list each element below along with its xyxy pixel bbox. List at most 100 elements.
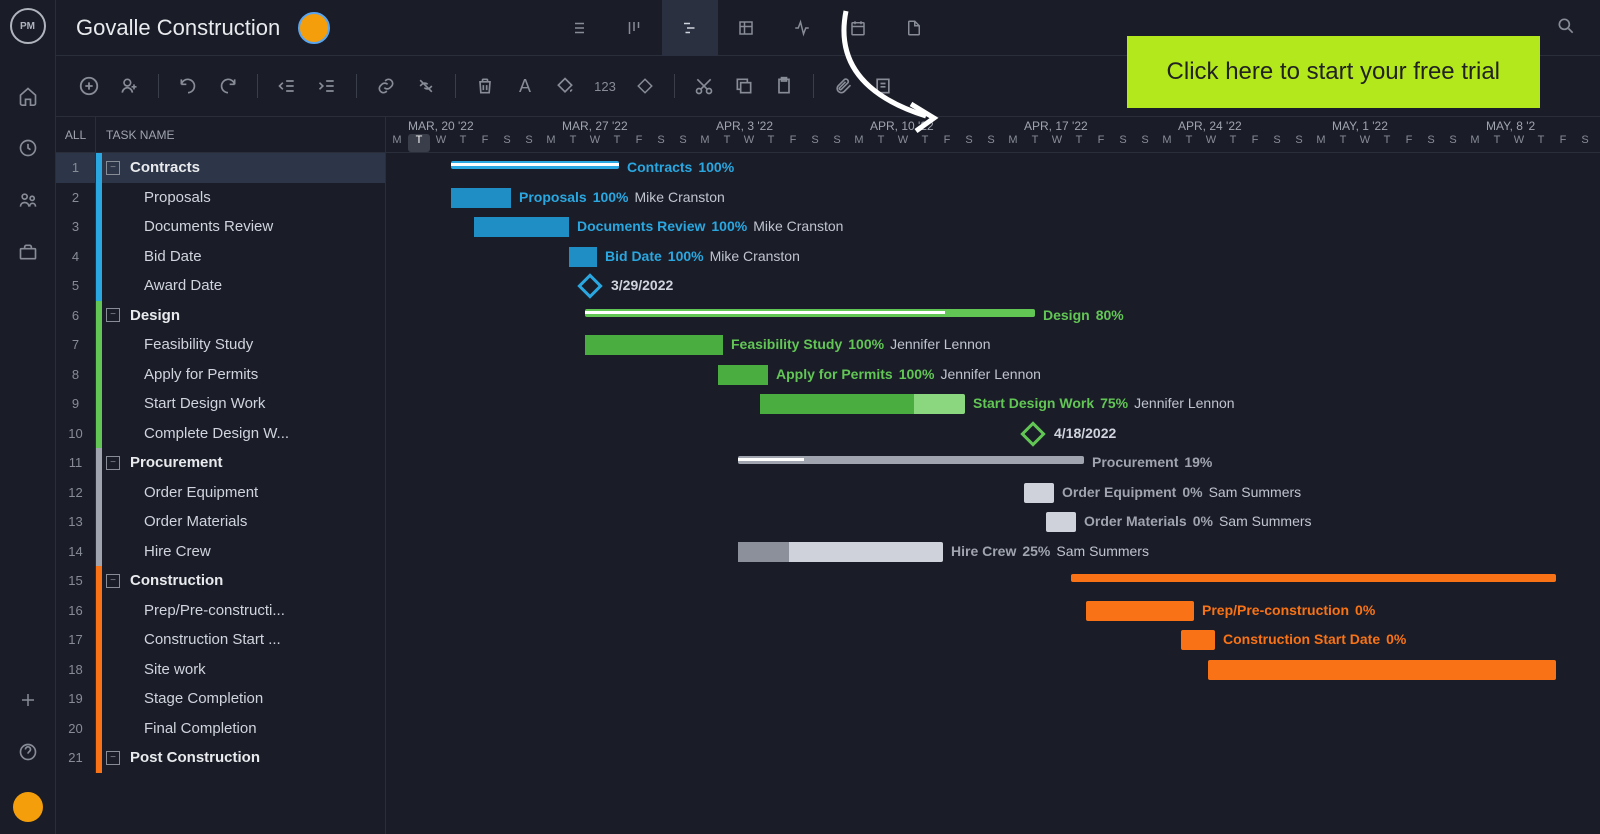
task-row[interactable]: 20Final Completion — [56, 714, 385, 744]
gantt-row: 4/18/2022 — [386, 419, 1600, 449]
undo-icon[interactable] — [171, 69, 205, 103]
unlink-icon[interactable] — [409, 69, 443, 103]
task-row[interactable]: 2Proposals — [56, 183, 385, 213]
plus-icon[interactable] — [16, 688, 40, 712]
task-row[interactable]: 9Start Design Work — [56, 389, 385, 419]
day-cell: M — [1310, 134, 1332, 152]
clock-icon[interactable] — [16, 136, 40, 160]
assign-icon[interactable] — [112, 69, 146, 103]
task-name: Complete Design W... — [102, 425, 385, 442]
briefcase-icon[interactable] — [16, 240, 40, 264]
bar-label: Feasibility Study100%Jennifer Lennon — [731, 336, 990, 352]
bar-assignee: Mike Cranston — [635, 189, 725, 205]
bar-title: Documents Review — [577, 218, 705, 234]
help-icon[interactable] — [16, 740, 40, 764]
task-row[interactable]: 17Construction Start ... — [56, 625, 385, 655]
task-row[interactable]: 4Bid Date — [56, 242, 385, 272]
milestone-icon[interactable] — [577, 273, 602, 298]
task-row[interactable]: 12Order Equipment — [56, 478, 385, 508]
bar-pct: 100% — [848, 336, 884, 352]
link-icon[interactable] — [369, 69, 403, 103]
bar-title: Procurement — [1092, 454, 1178, 470]
collapse-icon[interactable]: − — [106, 161, 120, 175]
task-row[interactable]: 3Documents Review — [56, 212, 385, 242]
bar-assignee: Jennifer Lennon — [941, 366, 1041, 382]
bar-assignee: Jennifer Lennon — [1134, 395, 1234, 411]
people-icon[interactable] — [16, 188, 40, 212]
app-logo[interactable]: PM — [10, 8, 46, 44]
view-list-icon[interactable] — [550, 0, 606, 56]
search-icon[interactable] — [1556, 16, 1580, 40]
task-row[interactable]: 10Complete Design W... — [56, 419, 385, 449]
task-bar[interactable] — [1086, 601, 1194, 621]
task-name: Order Equipment — [102, 484, 385, 501]
shape-icon[interactable] — [628, 69, 662, 103]
task-bar[interactable] — [1181, 630, 1215, 650]
task-row[interactable]: 11−Procurement — [56, 448, 385, 478]
fill-icon[interactable] — [548, 69, 582, 103]
redo-icon[interactable] — [211, 69, 245, 103]
task-row[interactable]: 5Award Date — [56, 271, 385, 301]
milestone-icon[interactable] — [1020, 421, 1045, 446]
number-icon[interactable]: 123 — [588, 69, 622, 103]
text-format-icon[interactable]: A — [508, 69, 542, 103]
view-sheet-icon[interactable] — [718, 0, 774, 56]
task-bar[interactable] — [1208, 660, 1556, 680]
bar-pct: 100% — [899, 366, 935, 382]
day-cell: T — [1376, 134, 1398, 152]
outdent-icon[interactable] — [270, 69, 304, 103]
task-row[interactable]: 6−Design — [56, 301, 385, 331]
col-header-all[interactable]: ALL — [56, 117, 96, 152]
col-header-name[interactable]: TASK NAME — [96, 117, 385, 152]
collapse-icon[interactable]: − — [106, 456, 120, 470]
indent-icon[interactable] — [310, 69, 344, 103]
paste-icon[interactable] — [767, 69, 801, 103]
view-board-icon[interactable] — [606, 0, 662, 56]
day-cell: S — [1420, 134, 1442, 152]
cut-icon[interactable] — [687, 69, 721, 103]
task-row[interactable]: 19Stage Completion — [56, 684, 385, 714]
task-row[interactable]: 16Prep/Pre-constructi... — [56, 596, 385, 626]
row-number: 2 — [56, 183, 96, 213]
task-name: Start Design Work — [102, 395, 385, 412]
bar-pct: 0% — [1386, 631, 1406, 647]
add-icon[interactable] — [72, 69, 106, 103]
bar-label: 4/18/2022 — [1054, 425, 1116, 441]
bar-pct: 100% — [698, 159, 734, 175]
bar-label: Order Equipment0%Sam Summers — [1062, 484, 1301, 500]
copy-icon[interactable] — [727, 69, 761, 103]
day-cell: S — [1112, 134, 1134, 152]
bar-pct: 25% — [1022, 543, 1050, 559]
task-bar[interactable] — [1046, 512, 1076, 532]
day-cell: W — [738, 134, 760, 152]
home-icon[interactable] — [16, 84, 40, 108]
task-row[interactable]: 1−Contracts — [56, 153, 385, 183]
task-row[interactable]: 7Feasibility Study — [56, 330, 385, 360]
user-avatar[interactable] — [13, 792, 43, 822]
day-cell: W — [1200, 134, 1222, 152]
task-row[interactable]: 21−Post Construction — [56, 743, 385, 773]
bar-assignee: Sam Summers — [1209, 484, 1302, 500]
task-bar[interactable] — [1024, 483, 1054, 503]
task-name: Apply for Permits — [102, 366, 385, 383]
collapse-icon[interactable]: − — [106, 308, 120, 322]
task-row[interactable]: 8Apply for Permits — [56, 360, 385, 390]
task-row[interactable]: 14Hire Crew — [56, 537, 385, 567]
collapse-icon[interactable]: − — [106, 751, 120, 765]
project-avatar[interactable] — [298, 12, 330, 44]
task-row[interactable]: 18Site work — [56, 655, 385, 685]
gantt-chart[interactable]: MAR, 20 '22MAR, 27 '22APR, 3 '22APR, 10 … — [386, 117, 1600, 834]
toolbar: A 123 Click here to start your free tria… — [56, 56, 1600, 116]
view-gantt-icon[interactable] — [662, 0, 718, 56]
day-cell: S — [650, 134, 672, 152]
task-name: Construction — [124, 572, 385, 589]
task-row[interactable]: 15−Construction — [56, 566, 385, 596]
task-row[interactable]: 13Order Materials — [56, 507, 385, 537]
view-activity-icon[interactable] — [774, 0, 830, 56]
delete-icon[interactable] — [468, 69, 502, 103]
day-cell: W — [430, 134, 452, 152]
collapse-icon[interactable]: − — [106, 574, 120, 588]
cta-button[interactable]: Click here to start your free trial — [1127, 36, 1540, 108]
bar-title: Prep/Pre-construction — [1202, 602, 1349, 618]
summary-bar[interactable] — [1071, 574, 1556, 582]
